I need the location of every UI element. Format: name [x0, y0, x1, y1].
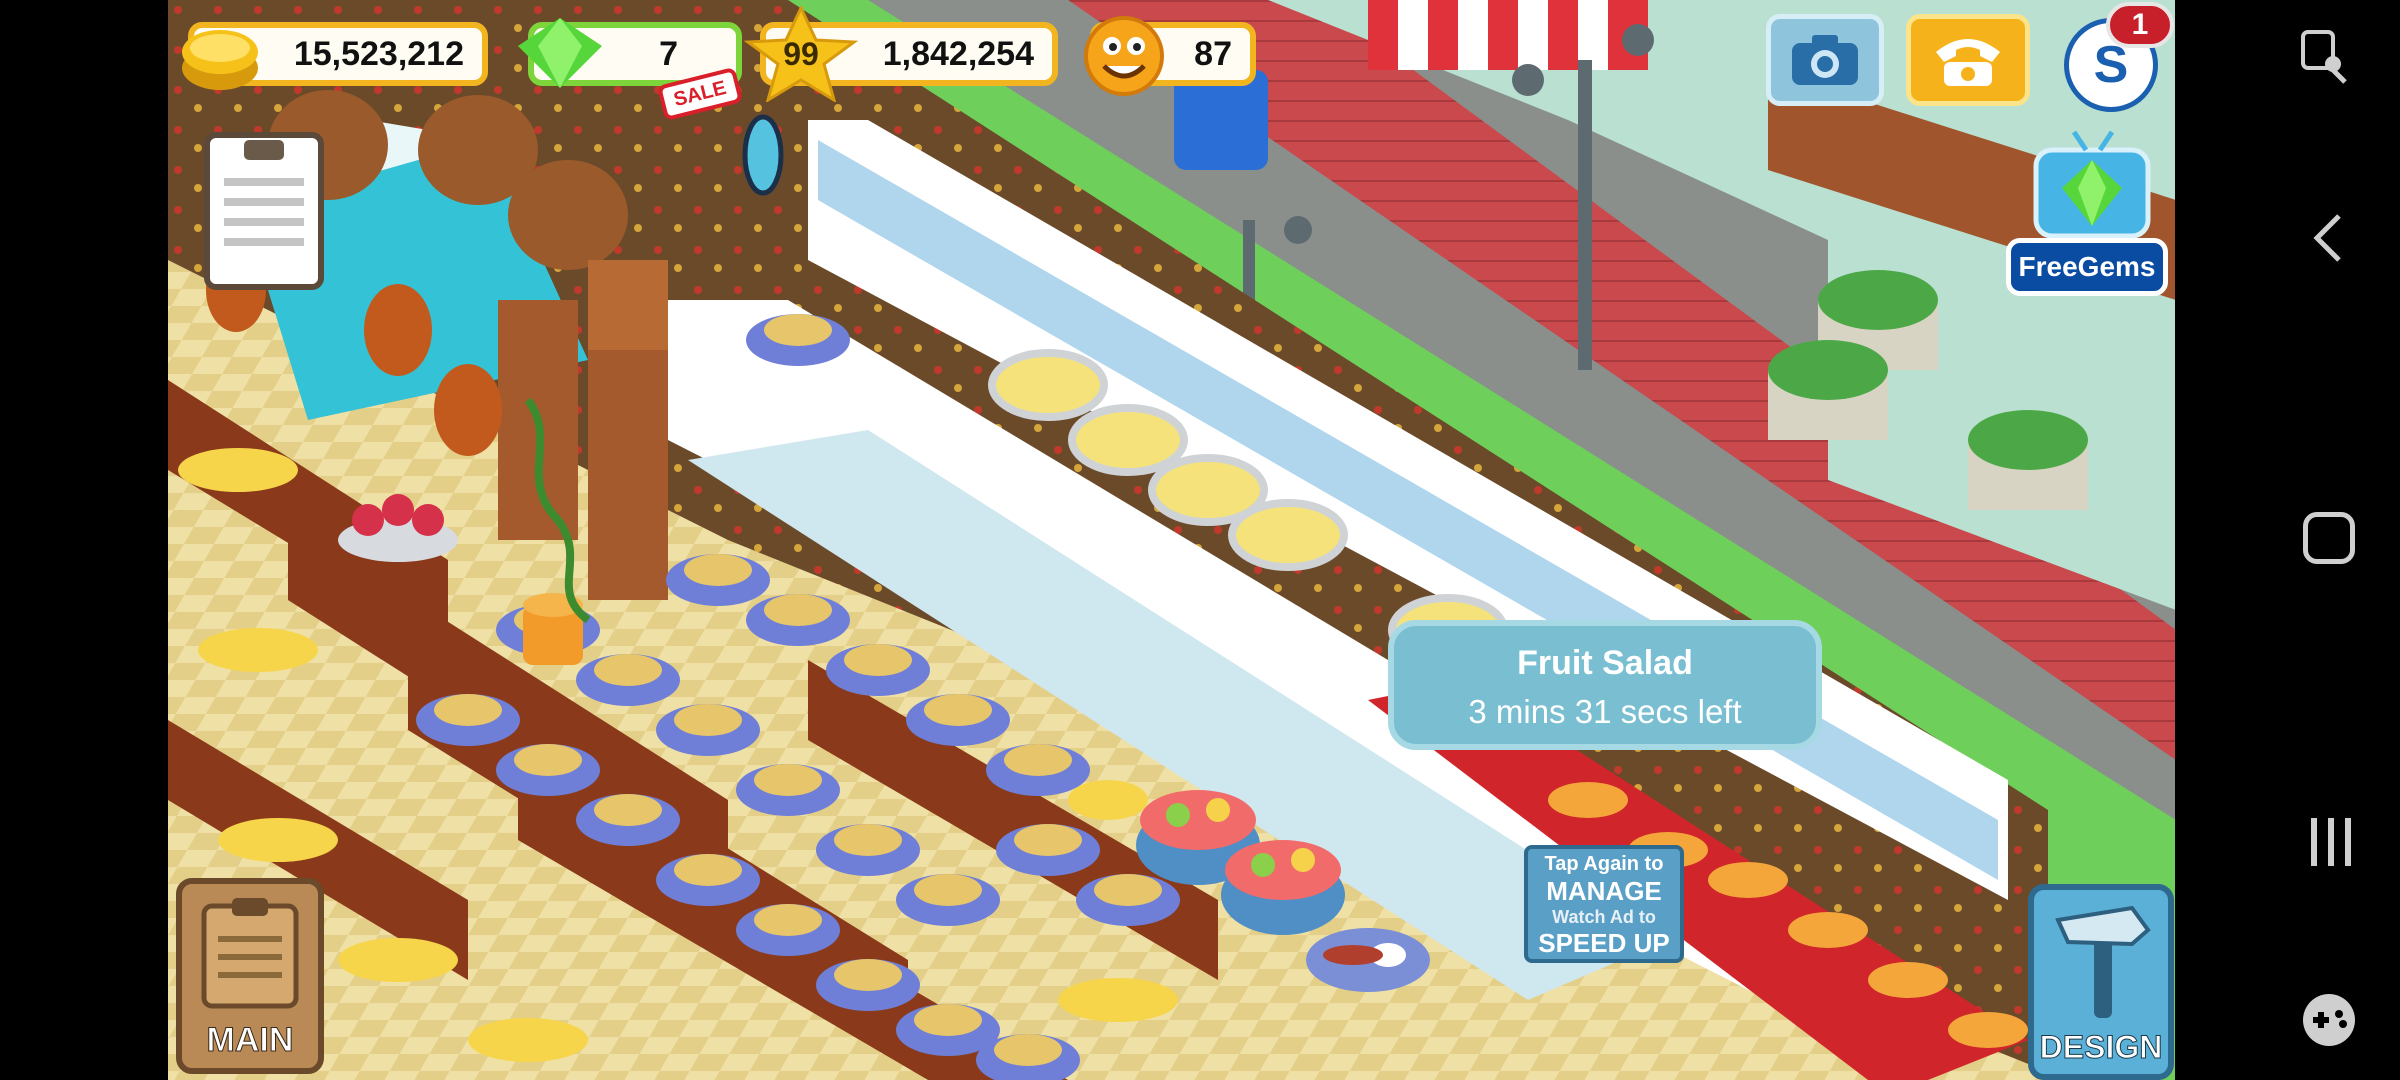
wood-pillar — [588, 340, 668, 600]
main-label: MAIN — [206, 1021, 294, 1060]
sign-watch-ad: Watch Ad to — [1552, 907, 1656, 927]
clipboard-icon — [224, 140, 304, 246]
gem-icon — [518, 18, 602, 88]
game-scene[interactable] — [168, 0, 2176, 1080]
design-label: DESIGN — [2039, 1029, 2163, 1066]
main-menu-button[interactable]: MAIN — [176, 878, 324, 1074]
gems-value: 7 — [659, 34, 678, 73]
staff-value: 87 — [1194, 34, 1232, 73]
home-button[interactable] — [2303, 512, 2355, 564]
sign-tap-again: Tap Again to — [1544, 853, 1664, 875]
coin-icon — [182, 30, 258, 90]
left-letterbox — [0, 0, 168, 1080]
free-gems-button[interactable]: FreeGems — [2006, 238, 2168, 296]
phone-button[interactable] — [1906, 14, 2030, 106]
game-tools-icon[interactable] — [2299, 990, 2359, 1050]
camera-icon — [1792, 35, 1858, 85]
breakfast-plate[interactable] — [1306, 928, 1430, 992]
clipboard-icon — [201, 898, 299, 1009]
tooltip-time-left: 3 mins 31 secs left — [1468, 693, 1742, 730]
home-icon[interactable] — [2303, 0, 2359, 56]
manage-sign[interactable]: Tap Again to MANAGE Watch Ad to SPEED UP — [1524, 845, 1684, 963]
level-star: 99 — [742, 6, 860, 102]
tooltip-title: Fruit Salad — [1517, 644, 1693, 682]
turkey-decor — [364, 284, 432, 376]
notification-badge: 1 — [2106, 2, 2174, 48]
back-icon[interactable] — [2309, 212, 2345, 264]
coins-value: 15,523,212 — [293, 34, 464, 73]
recent-apps-icon[interactable] — [2307, 816, 2355, 868]
wall-mirror — [742, 114, 784, 196]
camera-button[interactable] — [1766, 14, 1884, 106]
orders-clipboard-button[interactable] — [204, 132, 324, 290]
sign-speed-up: SPEED UP — [1538, 928, 1670, 958]
wood-pillar — [588, 260, 668, 350]
design-button[interactable]: DESIGN — [2028, 884, 2174, 1080]
phone-icon — [1936, 39, 2000, 86]
street-lamp — [1578, 60, 1592, 370]
system-nav-bar — [2175, 0, 2400, 1080]
hammer-icon — [2055, 905, 2151, 1018]
cooking-timer-tooltip: Fruit Salad 3 mins 31 secs left — [1388, 620, 1822, 750]
barrel — [508, 160, 628, 270]
smiley-icon — [1084, 16, 1164, 96]
tv-gem-icon[interactable] — [2030, 130, 2154, 240]
xp-value: 1,842,254 — [882, 34, 1034, 73]
level-value: 99 — [783, 36, 819, 72]
sign-manage: MANAGE — [1546, 876, 1662, 906]
turkey-decor — [434, 364, 502, 456]
